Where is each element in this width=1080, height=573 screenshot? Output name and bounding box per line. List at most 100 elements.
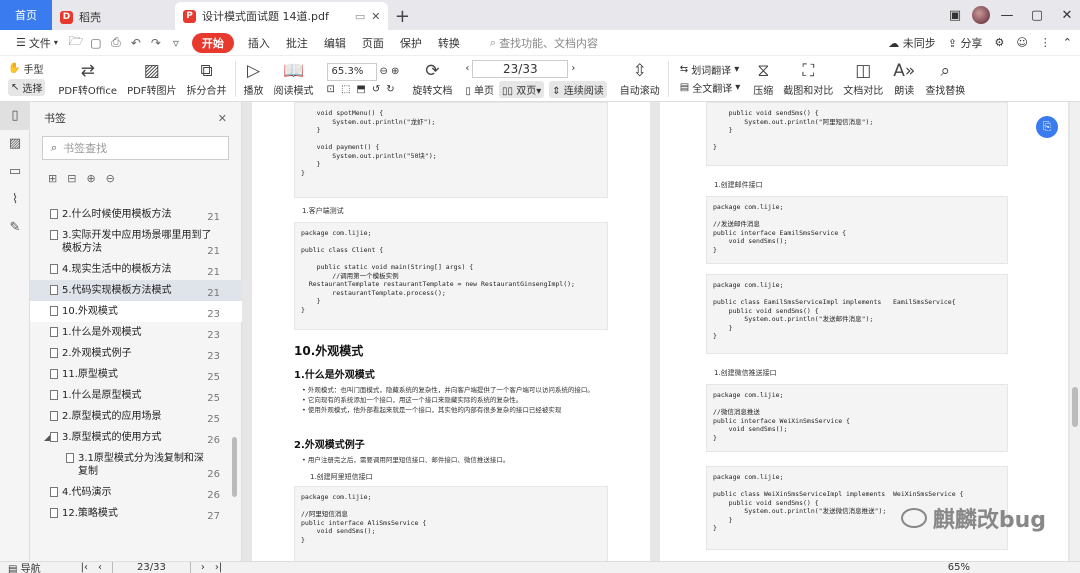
expand-all-icon[interactable]: ⊞ [48,172,57,185]
bookmark-item[interactable]: 4.现实生活中的模板方法 21 [30,259,242,280]
select-tool[interactable]: ↖ 选择 [8,79,46,96]
bookmark-item[interactable]: 2.原型模式的应用场景 25 [30,406,242,427]
new-tab-button[interactable]: + [388,2,416,30]
attachment-panel-icon[interactable]: ⌇ [0,186,30,214]
avatar[interactable] [972,6,990,24]
read-aloud-button[interactable]: A» 朗读 [888,57,920,101]
rotate-document-button[interactable]: ⟳ 旋转文档 [407,57,457,101]
zoom-input[interactable]: 65.3% [326,62,377,81]
settings-icon[interactable]: ⚙ [994,36,1004,49]
minimize-icon[interactable]: — [994,4,1020,26]
compress-button[interactable]: ⧖ 压缩 [748,57,778,101]
remove-bookmark-icon[interactable]: ⊖ [106,172,115,185]
scroll-thumb[interactable] [1072,387,1078,427]
bookmark-item[interactable]: ◢ 3.原型模式的使用方式 26 [30,427,242,448]
split-merge-button[interactable]: ⧉ 拆分合并 [182,57,232,101]
menu-insert[interactable]: 插入 [240,35,278,51]
close-icon[interactable]: ✕ [1054,4,1080,26]
auto-scroll-button[interactable]: ⇳ 自动滚动 [615,57,665,101]
float-tool-icon[interactable]: ⎘ [1036,116,1058,138]
menu-convert[interactable]: 转换 [430,35,468,51]
tab-pdf-document[interactable]: P 设计模式面试题 14道.pdf ▭ ✕ [175,2,389,30]
bookmark-item[interactable]: 2.外观模式例子 23 [30,343,242,364]
bookmark-page: 25 [207,372,220,383]
collapse-icon[interactable]: ⌃ [1063,36,1072,49]
bookmark-item[interactable]: 4.代码演示 26 [30,482,242,503]
first-page-icon[interactable]: |‹ [81,562,88,573]
print-icon[interactable]: ⎙ [106,35,126,50]
bookmark-item[interactable]: 2.什么时候使用模板方法 21 [30,204,242,225]
last-page-icon[interactable]: ›| [215,562,222,573]
layout-icon[interactable]: ▣ [942,4,968,26]
pdf-to-image-button[interactable]: ▨ PDF转图片 [122,57,181,101]
continuous-read-button[interactable]: ⇕ 连续阅读 [549,80,607,98]
thumbnail-panel-icon[interactable]: ▨ [0,130,30,158]
find-replace-button[interactable]: ⌕ 查找替换 [920,57,970,101]
doc-compare-button[interactable]: ◫ 文档对比 [838,57,888,101]
bookmark-item[interactable]: 11.原型模式 25 [30,364,242,385]
add-bookmark-icon[interactable]: ⊕ [86,172,95,185]
bookmark-item[interactable]: 10.外观模式 23 [30,301,242,322]
word-translate-button[interactable]: ⇆ 划词翻译 ▾ [680,62,740,77]
bookmark-search-input[interactable]: ⌕ 书签查找 [42,136,229,160]
full-translate-button[interactable]: ▤ 全文翻译 ▾ [680,80,740,95]
zoom-out-icon[interactable]: ⊖ [380,66,388,77]
actual-size-icon[interactable]: ⊡ [327,84,335,95]
bookmark-item[interactable]: 12.策略模式 27 [30,503,242,524]
read-mode-button[interactable]: 📖 阅读模式 [269,57,319,101]
rotate-left-icon[interactable]: ↺ [372,84,380,95]
status-zoom[interactable]: 65% [948,562,970,573]
bookmark-panel-icon[interactable]: ▯ [0,102,30,130]
page-input[interactable]: 23/33 [472,59,569,78]
bookmark-item[interactable]: 3.1原型模式分为浅复制和深复制 26 [30,448,242,482]
screenshot-compare-button[interactable]: ⛶ 截图和对比 [778,57,838,101]
maximize-icon[interactable]: ▢ [1024,4,1050,26]
start-tab[interactable]: 开始 [191,32,234,53]
sidebar-scrollbar[interactable] [232,437,237,497]
zoom-in-icon[interactable]: ⊕ [391,66,399,77]
menu-annotate[interactable]: 批注 [278,35,316,51]
status-page-input[interactable]: 23/33 [112,562,191,573]
bookmark-item[interactable]: 1.什么是外观模式 23 [30,322,242,343]
comment-panel-icon[interactable]: ▭ [0,158,30,186]
pdf-to-office-button[interactable]: ⇄ PDF转Office [53,57,122,101]
bookmark-item[interactable]: 5.代码实现模板方法模式 21 [30,280,242,301]
more-chevron-icon[interactable]: ▿ [166,36,186,50]
file-menu[interactable]: ☰ 文件 ▾ [8,35,66,51]
share-button[interactable]: ⇪ 分享 [948,35,983,51]
help-icon[interactable]: ☺ [1016,36,1027,49]
double-page-button[interactable]: ▯▯ 双页▾ [499,80,545,98]
menu-edit[interactable]: 编辑 [316,35,354,51]
fit-page-icon[interactable]: ⬚ [341,84,350,95]
save-icon[interactable]: ▢ [86,36,106,50]
feature-search[interactable]: ⌕ 查找功能、文档内容 [482,35,606,51]
redo-icon[interactable]: ↷ [146,36,166,50]
tab-monitor-icon[interactable]: ▭ [355,10,365,23]
collapse-all-icon[interactable]: ⊟ [67,172,76,185]
tab-docer[interactable]: D 稻壳 [52,4,175,30]
menu-protect[interactable]: 保护 [392,35,430,51]
outline-toggle[interactable]: ▤ 导航 [8,562,51,573]
fit-width-icon[interactable]: ⬒ [356,84,365,95]
play-button[interactable]: ▷ 播放 [239,57,269,101]
bookmark-item[interactable]: 1.什么是原型模式 25 [30,385,242,406]
undo-icon[interactable]: ↶ [126,36,146,50]
more-icon[interactable]: ⋮ [1040,36,1051,49]
next-page-icon[interactable]: › [201,562,205,573]
sidebar-close-icon[interactable]: ✕ [218,112,227,125]
sync-status[interactable]: ☁ 未同步 [888,35,936,51]
document-scrollbar[interactable] [1070,102,1080,561]
prev-page-icon[interactable]: ‹ [98,562,102,573]
signature-panel-icon[interactable]: ✎ [0,214,30,242]
next-page-icon[interactable]: › [571,63,575,74]
hand-tool[interactable]: ✋ 手型 [8,61,45,76]
tab-close-icon[interactable]: ✕ [371,10,380,23]
single-page-label: 单页 [474,85,495,97]
open-folder-icon[interactable]: 🗁 [66,32,86,53]
menu-page[interactable]: 页面 [354,35,392,51]
prev-page-icon[interactable]: ‹ [465,63,469,74]
bookmark-item[interactable]: 3.实际开发中应用场景哪里用到了模板方法 21 [30,225,242,259]
single-page-button[interactable]: ▯ 单页 [465,82,494,97]
rotate-right-icon[interactable]: ↻ [386,84,394,95]
tab-home[interactable]: 首页 [0,0,52,30]
